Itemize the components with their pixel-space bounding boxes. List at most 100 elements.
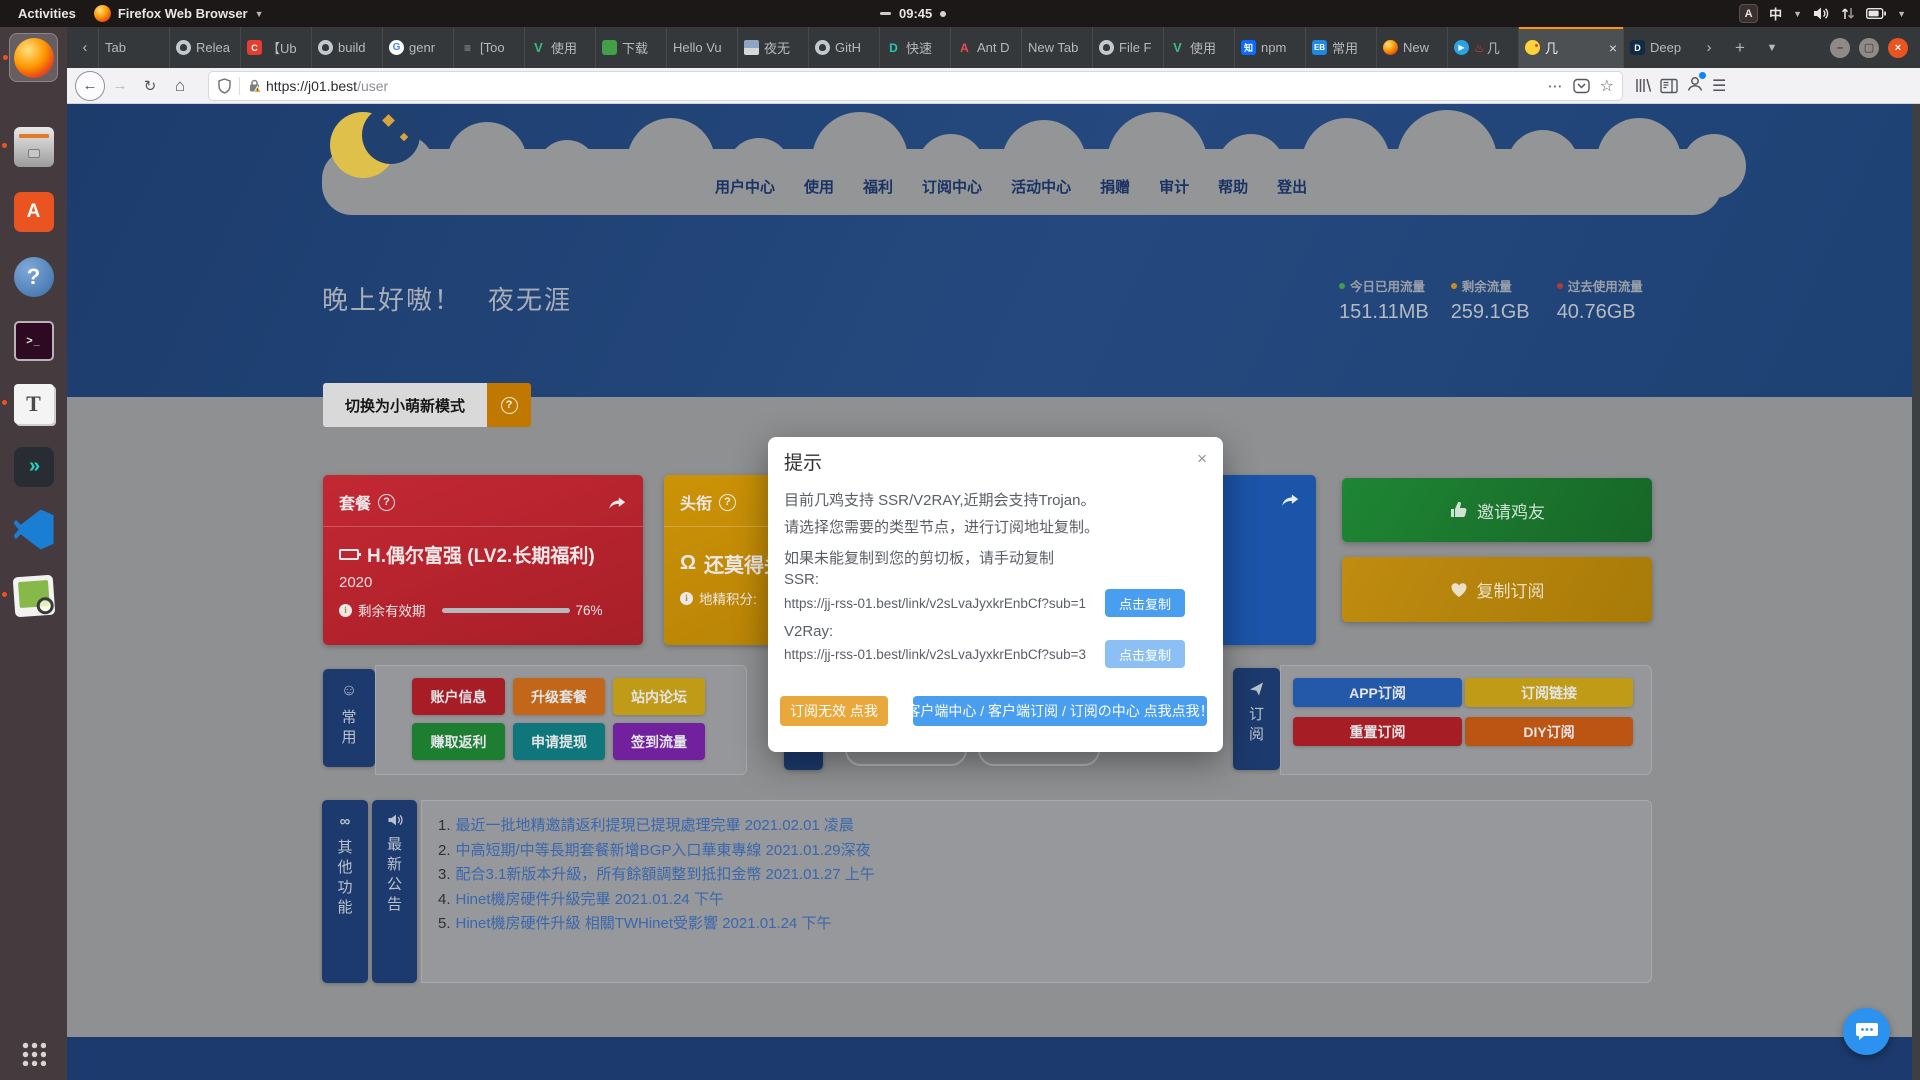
- browser-tab[interactable]: C【Ub: [240, 27, 311, 68]
- dock-item-help[interactable]: ?: [9, 252, 58, 301]
- keyboard-indicator-icon[interactable]: A: [1739, 4, 1758, 23]
- close-window-button[interactable]: ×: [1888, 38, 1908, 58]
- common-button-申请提现[interactable]: 申请提现: [513, 723, 605, 760]
- subscribe-button-APP订阅[interactable]: APP订阅: [1293, 678, 1462, 707]
- browser-tab[interactable]: ≡[Too: [453, 27, 524, 68]
- forward-button[interactable]: →: [105, 72, 135, 100]
- dock-item-text-editor[interactable]: T: [9, 379, 58, 428]
- page-actions-icon[interactable]: ⋯: [1548, 77, 1563, 95]
- scrollbar[interactable]: [1912, 104, 1920, 1080]
- announcement-link[interactable]: 配合3.1新版本升級，所有餘額調整到抵扣金幣 2021.01.27 上午: [456, 866, 875, 883]
- question-icon[interactable]: ?: [378, 494, 395, 511]
- network-icon[interactable]: [1841, 6, 1855, 21]
- dock-item-vscode[interactable]: [9, 505, 58, 554]
- other-features-tab[interactable]: ∞ 其他功能: [322, 800, 368, 983]
- dock-item-screenshot[interactable]: [9, 571, 58, 620]
- pocket-icon[interactable]: [1573, 78, 1590, 94]
- share-icon[interactable]: [607, 493, 627, 511]
- home-button[interactable]: ⌂: [165, 72, 195, 100]
- menu-hamburger-icon[interactable]: ☰: [1712, 76, 1726, 96]
- lock-warning-icon[interactable]: [247, 78, 262, 93]
- browser-tab[interactable]: Tab: [98, 27, 169, 68]
- back-button[interactable]: ←: [75, 71, 105, 101]
- common-button-升级套餐[interactable]: 升级套餐: [513, 678, 605, 715]
- browser-tab[interactable]: GitH: [808, 27, 879, 68]
- library-icon[interactable]: [1634, 77, 1652, 94]
- subscribe-button-DIY订阅[interactable]: DIY订阅: [1465, 717, 1633, 746]
- browser-tab[interactable]: Ggenr: [382, 27, 453, 68]
- mode-switch-label[interactable]: 切换为小萌新模式: [323, 383, 487, 427]
- share-icon[interactable]: [1280, 490, 1300, 508]
- subscribe-button-重置订阅[interactable]: 重置订阅: [1293, 717, 1462, 746]
- new-tab-button[interactable]: +: [1724, 27, 1756, 68]
- clock-area[interactable]: 09:45: [880, 0, 946, 27]
- tab-close-icon[interactable]: ×: [1609, 40, 1617, 56]
- subscribe-section-tab[interactable]: 订阅: [1233, 668, 1280, 770]
- copy-ssr-button[interactable]: 点击复制: [1105, 589, 1185, 617]
- ssr-url[interactable]: https://jj-rss-01.best/link/v2sLvaJyxkrE…: [784, 596, 1114, 611]
- battery-icon[interactable]: [1866, 8, 1886, 19]
- mode-switch-button[interactable]: 切换为小萌新模式 ?: [323, 383, 531, 427]
- maximize-button[interactable]: ▢: [1859, 38, 1879, 58]
- browser-tab[interactable]: 夜无: [737, 27, 808, 68]
- browser-tab[interactable]: V使用: [524, 27, 595, 68]
- browser-tab[interactable]: AAnt D: [950, 27, 1021, 68]
- nav-item-使用[interactable]: 使用: [804, 176, 834, 197]
- mode-switch-help-button[interactable]: ?: [487, 383, 531, 427]
- account-icon[interactable]: [1686, 75, 1704, 97]
- browser-tab[interactable]: DDeep: [1623, 27, 1694, 68]
- browser-tab[interactable]: New: [1376, 27, 1447, 68]
- copy-v2ray-button[interactable]: 点击复制: [1105, 640, 1185, 668]
- active-tab[interactable]: 几×: [1518, 27, 1623, 68]
- shield-icon[interactable]: [217, 78, 232, 94]
- nav-item-审计[interactable]: 审计: [1159, 176, 1189, 197]
- nav-item-福利[interactable]: 福利: [863, 176, 893, 197]
- reload-button[interactable]: ↻: [135, 72, 165, 100]
- show-applications-icon[interactable]: [21, 1041, 46, 1066]
- scroll-tabs-right-icon[interactable]: ›: [1694, 27, 1724, 68]
- nav-item-订阅中心[interactable]: 订阅中心: [922, 176, 982, 197]
- url-text[interactable]: https://j01.best/user: [266, 78, 1548, 94]
- app-menu[interactable]: Firefox Web Browser ▼: [94, 5, 264, 22]
- dock-item-terminal[interactable]: >_: [9, 316, 58, 365]
- browser-tab[interactable]: 知npm: [1234, 27, 1305, 68]
- bookmark-star-icon[interactable]: ☆: [1600, 76, 1614, 96]
- announcement-link[interactable]: 中高短期/中等長期套餐新增BGP入口華東專線 2021.01.29深夜: [456, 842, 871, 859]
- nav-item-帮助[interactable]: 帮助: [1218, 176, 1248, 197]
- browser-tab[interactable]: Hello Vu: [666, 27, 737, 68]
- browser-tab[interactable]: New Tab: [1021, 27, 1092, 68]
- browser-tab[interactable]: ▶♨几: [1447, 27, 1518, 68]
- modal-close-icon[interactable]: ×: [1197, 449, 1207, 469]
- nav-item-活动中心[interactable]: 活动中心: [1011, 176, 1071, 197]
- dock-item-software[interactable]: A: [9, 187, 58, 236]
- nav-item-捐赠[interactable]: 捐赠: [1100, 176, 1130, 197]
- url-bar[interactable]: https://j01.best/user ⋯ ☆: [209, 72, 1622, 100]
- activities-button[interactable]: Activities: [0, 6, 94, 21]
- subscribe-button-订阅链接[interactable]: 订阅链接: [1465, 678, 1633, 707]
- question-icon[interactable]: ?: [719, 494, 736, 511]
- browser-tab[interactable]: File F: [1092, 27, 1163, 68]
- client-center-button[interactable]: 客户端中心 / 客户端订阅 / 订阅の中心 点我点我！: [913, 696, 1207, 726]
- browser-tab[interactable]: build: [311, 27, 382, 68]
- scroll-tabs-left-icon[interactable]: ‹: [72, 27, 98, 68]
- sidebar-icon[interactable]: [1660, 78, 1678, 94]
- copy-subscription-button[interactable]: 复制订阅: [1342, 557, 1652, 622]
- browser-tab[interactable]: 下载: [595, 27, 666, 68]
- dock-item-dev-tool[interactable]: »: [9, 442, 58, 491]
- minimize-button[interactable]: –: [1830, 38, 1850, 58]
- announcement-link[interactable]: 最近一批地精邀請返利提現已提現處理完畢 2021.02.01 凌晨: [456, 817, 854, 834]
- announcement-link[interactable]: Hinet機房硬件升級 相關TWHinet受影響 2021.01.24 下午: [456, 915, 832, 932]
- common-section-tab[interactable]: ☺ 常用: [323, 669, 375, 767]
- invite-friends-button[interactable]: 邀请鸡友: [1342, 478, 1652, 542]
- dock-item-files[interactable]: [9, 122, 58, 171]
- browser-tab[interactable]: D快速: [879, 27, 950, 68]
- common-button-账户信息[interactable]: 账户信息: [412, 678, 505, 715]
- latest-news-tab[interactable]: 最新公告: [372, 800, 417, 983]
- system-indicators[interactable]: A 中 ▼ ▼: [1739, 4, 1920, 23]
- subscription-invalid-button[interactable]: 订阅无效 点我: [780, 696, 888, 726]
- common-button-站内论坛[interactable]: 站内论坛: [613, 678, 705, 715]
- v2ray-url[interactable]: https://jj-rss-01.best/link/v2sLvaJyxkrE…: [784, 647, 1114, 662]
- browser-tab[interactable]: EB常用: [1305, 27, 1376, 68]
- announcement-link[interactable]: Hinet機房硬件升級完畢 2021.01.24 下午: [456, 891, 724, 908]
- common-button-赚取返利[interactable]: 赚取返利: [412, 723, 505, 760]
